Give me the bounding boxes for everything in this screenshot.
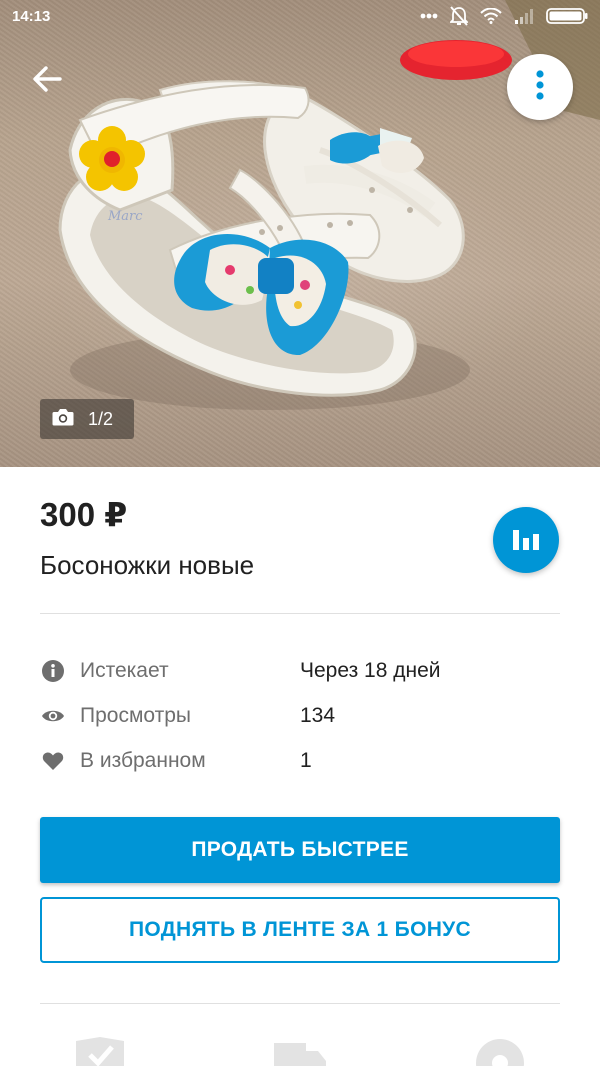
info-icon: [40, 658, 66, 684]
verified-check-icon: [72, 1035, 128, 1066]
detail-value: Через 18 дней: [300, 659, 441, 682]
sell-faster-button[interactable]: ПРОДАТЬ БЫСТРЕЕ: [40, 817, 560, 883]
battery-icon: [546, 8, 588, 24]
back-button[interactable]: [24, 58, 70, 104]
notifications-off-icon: [450, 6, 468, 26]
bar-chart-icon: [512, 526, 540, 555]
delivery-truck-icon: [272, 1035, 328, 1066]
listing-price: 300 ₽: [40, 496, 128, 533]
more-dots-icon: [420, 13, 438, 19]
photo-counter-text: 1/2: [88, 408, 114, 429]
bottom-feature-icons: [0, 1035, 600, 1066]
wifi-icon: [480, 8, 502, 24]
photo-counter: 1/2: [40, 399, 134, 439]
detail-label: Истекает: [80, 659, 169, 682]
detail-value: 134: [300, 704, 336, 727]
raise-in-feed-button[interactable]: ПОДНЯТЬ В ЛЕНТЕ ЗА 1 БОНУС: [40, 897, 560, 963]
detail-value: 1: [300, 749, 312, 772]
status-bar: 14:13: [0, 0, 600, 32]
more-vertical-icon: [536, 69, 544, 105]
sandals-photo: Marc: [58, 0, 600, 410]
product-photo[interactable]: Marc 14:13 1/2: [0, 0, 600, 467]
heart-icon: [40, 748, 66, 774]
eye-icon: [40, 703, 66, 729]
detail-label: В избранном: [80, 749, 206, 772]
svg-text:Marc: Marc: [107, 209, 143, 224]
detail-row-views: Просмотры 134: [40, 699, 560, 733]
detail-row-expires: Истекает Через 18 дней: [40, 654, 560, 688]
status-time: 14:13: [12, 7, 51, 25]
settings-badge-icon: [472, 1035, 528, 1066]
detail-label: Просмотры: [80, 704, 191, 727]
signal-icon: [514, 8, 534, 24]
listing-title: Босоножки новые: [40, 550, 255, 580]
statistics-button[interactable]: [493, 507, 559, 573]
divider: [40, 1003, 560, 1004]
divider: [40, 613, 560, 614]
arrow-back-icon: [32, 65, 62, 97]
camera-icon: [52, 408, 74, 431]
more-options-button[interactable]: [507, 54, 573, 120]
detail-row-favorites: В избранном 1: [40, 744, 560, 778]
